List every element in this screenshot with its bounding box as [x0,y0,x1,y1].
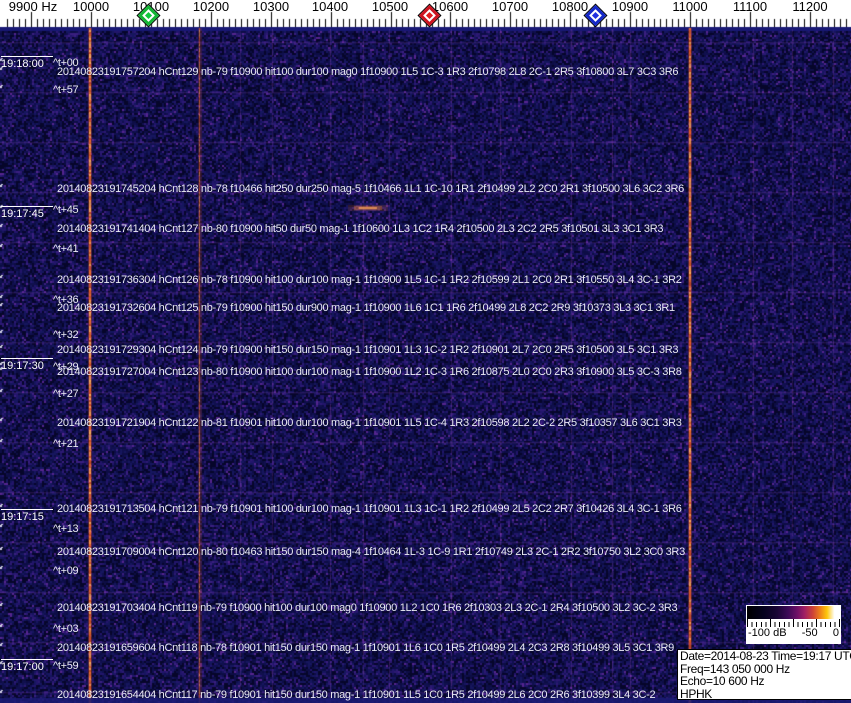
color-scale-labels: -100 dB -50 0 [746,627,841,640]
legend-label-mid: -50 [801,627,818,639]
spectrogram-screen: 9900 Hz100001010010200103001040010500106… [0,0,851,703]
freq-tick-label: 10200 [192,0,230,14]
info-box-line: HPHK [680,686,712,700]
freq-tick-label: 10700 [491,0,529,14]
freq-tick-label: 10800 [551,0,589,14]
status-info-box: Date=2014-08-23 Time=19:17 UTC Freq=143 0… [677,649,851,700]
red-diamond-marker-dot [425,11,434,20]
waterfall-canvas[interactable] [0,0,851,703]
freq-tick-label: 10300 [252,0,290,14]
freq-tick-label: 10900 [611,0,649,14]
freq-tick-label: 11000 [672,0,708,14]
freq-tick-label: 11100 [732,0,768,14]
freq-tick-label: 10000 [72,0,110,14]
freq-tick-label: 10500 [371,0,409,14]
info-box-line: Date=2014-08-23 Time=19:17 UTC [680,649,851,663]
legend-label-max: 0 [832,627,839,639]
frequency-ruler[interactable]: 9900 Hz100001010010200103001040010500106… [0,0,851,27]
legend-label-min: -100 dB [748,627,787,639]
blue-diamond-marker-dot [591,11,600,20]
freq-tick-label: 9900 Hz [8,0,58,14]
freq-tick-label: 10400 [311,0,349,14]
color-scale-ticks [747,619,840,627]
color-scale-gradient [747,606,840,619]
green-diamond-marker-dot [144,11,153,20]
freq-tick-label: 11200 [792,0,828,14]
color-scale-legend[interactable]: -100 dB -50 0 [746,605,841,644]
info-box-line: Echo=10 600 Hz [680,674,765,688]
